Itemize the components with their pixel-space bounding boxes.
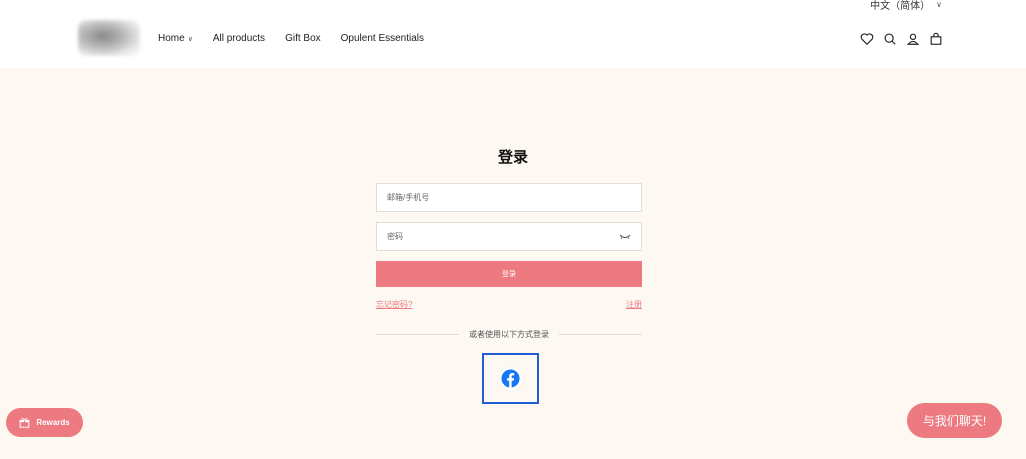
language-label: 中文（简体）	[870, 1, 931, 12]
bag-icon[interactable]	[929, 32, 943, 46]
rewards-button[interactable]: Rewards	[6, 408, 83, 437]
site-logo[interactable]	[78, 20, 140, 56]
eye-closed-icon[interactable]	[619, 232, 631, 242]
nav-item-home[interactable]: Home ∨	[158, 33, 193, 44]
password-placeholder: 密码	[387, 232, 403, 241]
header-actions	[860, 32, 943, 46]
password-field[interactable]: 密码	[376, 222, 642, 251]
forgot-password-link[interactable]: 忘记密码?	[376, 299, 412, 310]
divider-line	[559, 334, 642, 335]
nav-item-gift-box[interactable]: Gift Box	[285, 33, 321, 44]
login-section: 登录 邮箱/手机号 密码 登录 忘记密码? 注册 或者使用以下方式登录	[0, 68, 1026, 459]
divider-text: 或者使用以下方式登录	[469, 330, 549, 339]
account-icon[interactable]	[906, 32, 920, 46]
email-field[interactable]: 邮箱/手机号	[376, 183, 642, 212]
login-button[interactable]: 登录	[376, 261, 642, 287]
heart-icon[interactable]	[860, 32, 874, 46]
rewards-label: Rewards	[36, 418, 70, 427]
site-header: 中文（简体） ∨ Home ∨ All products Gift Box Op…	[0, 0, 1026, 68]
gift-icon	[19, 418, 30, 428]
nav-item-label: All products	[212, 33, 266, 44]
chevron-down-icon: ∨	[187, 35, 193, 43]
register-link[interactable]: 注册	[626, 299, 642, 310]
social-login-divider: 或者使用以下方式登录	[376, 329, 642, 340]
page-title: 登录	[497, 149, 528, 166]
email-placeholder: 邮箱/手机号	[387, 193, 430, 202]
chevron-down-icon: ∨	[936, 0, 942, 9]
main-nav: Home ∨ All products Gift Box Opulent Ess…	[158, 33, 444, 44]
nav-item-label: Gift Box	[285, 33, 321, 44]
nav-item-label: Home	[158, 33, 185, 44]
facebook-login-button[interactable]	[482, 353, 539, 404]
nav-item-label: Opulent Essentials	[340, 33, 425, 44]
divider-line	[376, 334, 459, 335]
search-icon[interactable]	[883, 32, 897, 46]
nav-item-opulent-essentials[interactable]: Opulent Essentials	[341, 33, 424, 44]
chat-button[interactable]: 与我们聊天!	[907, 403, 1002, 438]
nav-item-all-products[interactable]: All products	[213, 33, 265, 44]
facebook-icon	[498, 366, 523, 391]
language-selector[interactable]: 中文（简体） ∨	[870, 0, 942, 12]
